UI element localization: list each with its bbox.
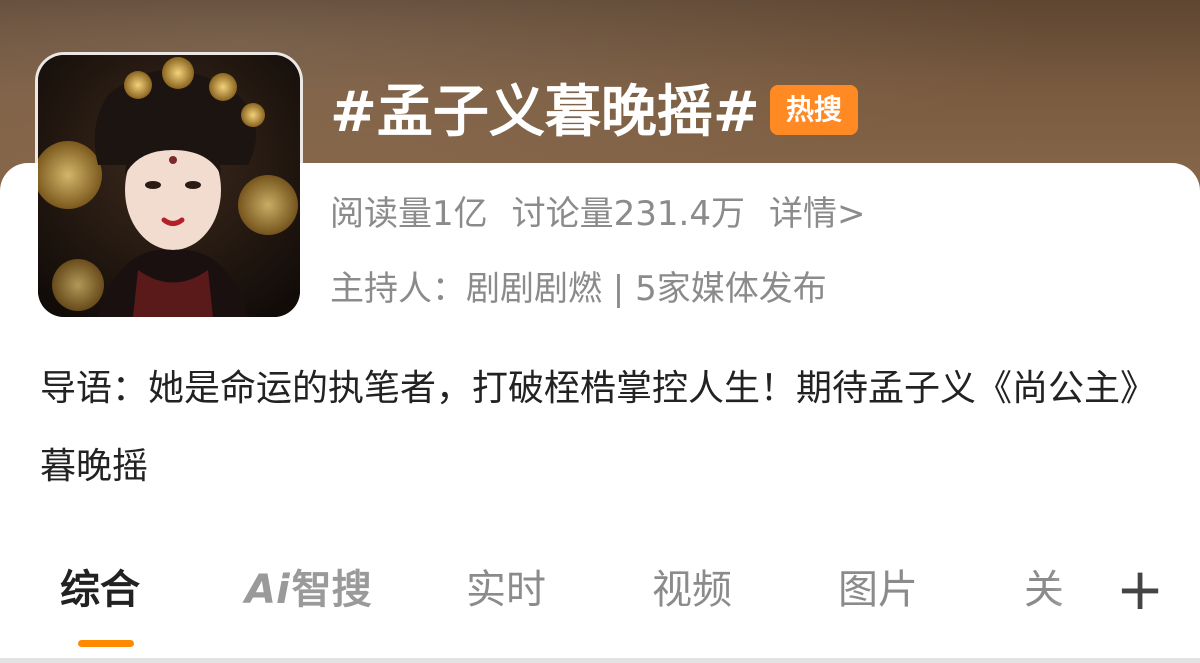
plus-icon[interactable]: + — [1115, 556, 1165, 622]
topic-guide-text: 导语：她是命运的执笔者，打破桎梏掌控人生！期待孟子义《尚公主》暮晚摇 — [40, 368, 1157, 487]
tab-images[interactable]: 图片 — [838, 555, 918, 625]
topic-title: #孟子义暮晚摇# — [330, 80, 760, 145]
topic-stats: 阅读量1亿 讨论量231.4万 详情> — [330, 190, 889, 238]
tab-bar-divider — [0, 658, 1200, 663]
ai-logo: Ai — [245, 567, 290, 613]
topic-cover-image — [38, 55, 300, 317]
tab-video[interactable]: 视频 — [652, 555, 732, 625]
topic-host[interactable]: 主持人：剧剧剧燃 | 5家媒体发布 — [330, 265, 827, 313]
tab-ai-search[interactable]: Ai智搜 — [245, 555, 372, 625]
hot-search-badge: 热搜 — [770, 85, 858, 135]
discuss-count: 讨论量231.4万 — [511, 194, 745, 234]
tab-comprehensive[interactable]: 综合 — [60, 555, 140, 625]
ai-search-label: 智搜 — [291, 567, 372, 613]
cover-portrait — [38, 55, 300, 317]
read-count: 阅读量1亿 — [330, 194, 488, 234]
tab-realtime[interactable]: 实时 — [466, 555, 546, 625]
detail-link[interactable]: 详情> — [769, 194, 866, 234]
active-tab-indicator — [78, 640, 134, 647]
tab-bar: 综合 Ai智搜 实时 视频 图片 关 — [0, 555, 1200, 625]
